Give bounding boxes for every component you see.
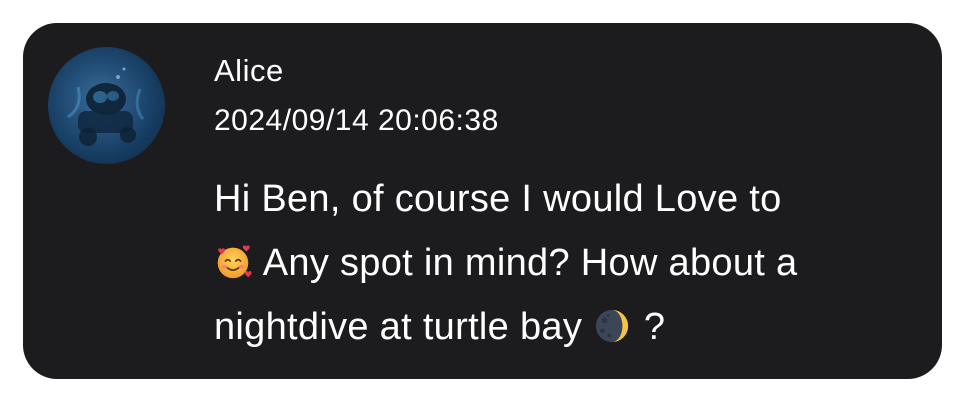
message-text-segment: ?	[632, 306, 666, 348]
waning-crescent-moon-icon	[595, 309, 629, 343]
message-text-segment: Any spot in mind? How about a	[254, 242, 798, 284]
message-text: Hi Ben, of course I would Love to Any sp…	[214, 167, 924, 359]
message-text-segment: nightdive at turtle bay	[214, 306, 593, 348]
message-header: Alice 2024/09/14 20:06:38	[214, 53, 499, 139]
message-line-1: Hi Ben, of course I would Love to	[214, 167, 924, 231]
message-line-2: Any spot in mind? How about a	[214, 231, 924, 295]
smiling-face-with-hearts-icon	[217, 245, 252, 279]
message-timestamp: 2024/09/14 20:06:38	[214, 104, 499, 137]
chat-message-card: Alice 2024/09/14 20:06:38 Hi Ben, of cou…	[23, 23, 942, 379]
message-text-segment: Hi Ben, of course I would Love to	[214, 178, 782, 220]
avatar[interactable]	[48, 47, 165, 164]
scuba-diver-photo-icon	[67, 67, 145, 146]
message-line-3: nightdive at turtle bay ?	[214, 295, 924, 359]
sender-name: Alice	[214, 53, 284, 88]
